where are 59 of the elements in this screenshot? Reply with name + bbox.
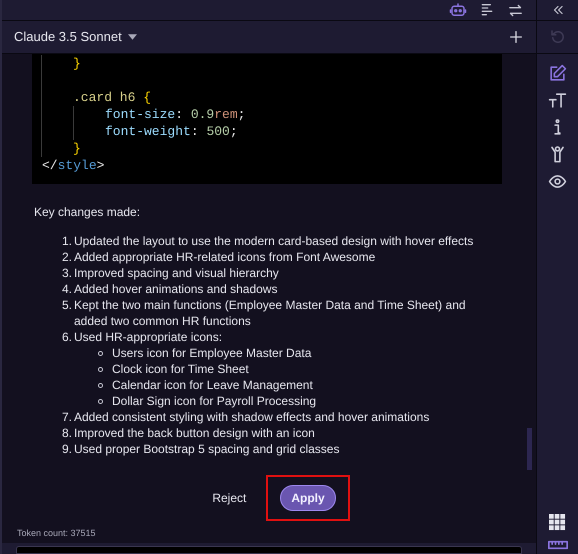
undo-icon — [548, 28, 566, 46]
code-token: .card h6 — [73, 90, 136, 105]
list-number: 9. — [60, 441, 72, 457]
person-icon[interactable] — [548, 145, 567, 164]
code-token: ; — [230, 124, 238, 139]
model-dropdown[interactable]: Claude 3.5 Sonnet — [14, 27, 137, 47]
reject-button[interactable]: Reject — [208, 484, 250, 510]
code-token: > — [96, 158, 104, 173]
list-number: 5. — [60, 297, 72, 314]
heading-text: Key changes made: — [34, 204, 142, 220]
code-token: font-weight — [105, 124, 191, 139]
code-token: } — [73, 56, 81, 71]
bullet-icon — [98, 398, 103, 404]
list-item-text: Users icon for Employee Master Data — [112, 345, 312, 361]
bullet-icon — [98, 382, 103, 388]
list-number: 4. — [60, 281, 72, 297]
list-item-text: Updated the layout to use the modern card-based design with hover effects — [74, 233, 474, 249]
list-number: 7. — [60, 409, 72, 425]
code-token: style — [58, 158, 97, 173]
list-item-text: Added appropriate HR-related icons from Font Awesome — [74, 249, 376, 265]
code-token: </ — [42, 158, 58, 173]
list-item-text: Improved the back button design with an icon — [74, 425, 316, 441]
edit-icon[interactable] — [548, 64, 567, 83]
list-number: 6. — [60, 329, 72, 345]
eye-icon[interactable] — [548, 172, 567, 191]
ruler-icon[interactable] — [548, 539, 568, 551]
scrollbar — [527, 428, 532, 470]
list-item-text: Used HR-appropriate icons: — [74, 329, 224, 345]
token-count: Token count: 37515 — [16, 526, 97, 540]
code-token: font-size — [105, 107, 176, 122]
list-number: 8. — [60, 425, 72, 441]
list-item-text: Dollar Sign icon for Payroll Processing — [112, 393, 316, 409]
code-token: : — [175, 107, 184, 122]
bullet-icon — [98, 350, 103, 356]
list-item-text: Used proper Bootstrap 5 spacing and grid classes — [74, 441, 340, 457]
list-item-text: Added hover animations and shadows — [74, 281, 278, 297]
code-token: : — [190, 124, 200, 139]
code-token: 0.9 — [190, 107, 214, 122]
robot-icon[interactable] — [449, 1, 467, 19]
list-item-text: Kept the two main functions (Employee Master Data and Time Sheet) and added two common HR functions — [74, 297, 467, 329]
code-token: { — [143, 90, 152, 105]
code-token: rem — [214, 107, 238, 122]
list-item-text: Calendar icon for Leave Management — [112, 377, 313, 393]
apply-button[interactable]: Apply — [280, 484, 336, 510]
code-token: ; — [238, 107, 246, 122]
caret-icon — [128, 34, 137, 40]
plus-icon[interactable] — [508, 29, 524, 45]
list-item-text: Added consistent styling with shadow effects and hover animations — [74, 409, 430, 425]
align-icon[interactable] — [479, 2, 495, 18]
list-number: 2. — [60, 249, 72, 265]
grid-icon[interactable] — [549, 514, 566, 531]
list-number: 3. — [60, 265, 72, 281]
code-token: } — [73, 141, 81, 156]
text-size-icon[interactable] — [548, 91, 567, 110]
list-number: 1. — [60, 233, 72, 249]
bullet-icon — [98, 366, 103, 372]
code-token: 500 — [206, 124, 230, 139]
list-item-text: Clock icon for Time Sheet — [112, 361, 249, 377]
list-item-text: Improved spacing and visual hierarchy — [74, 265, 280, 281]
